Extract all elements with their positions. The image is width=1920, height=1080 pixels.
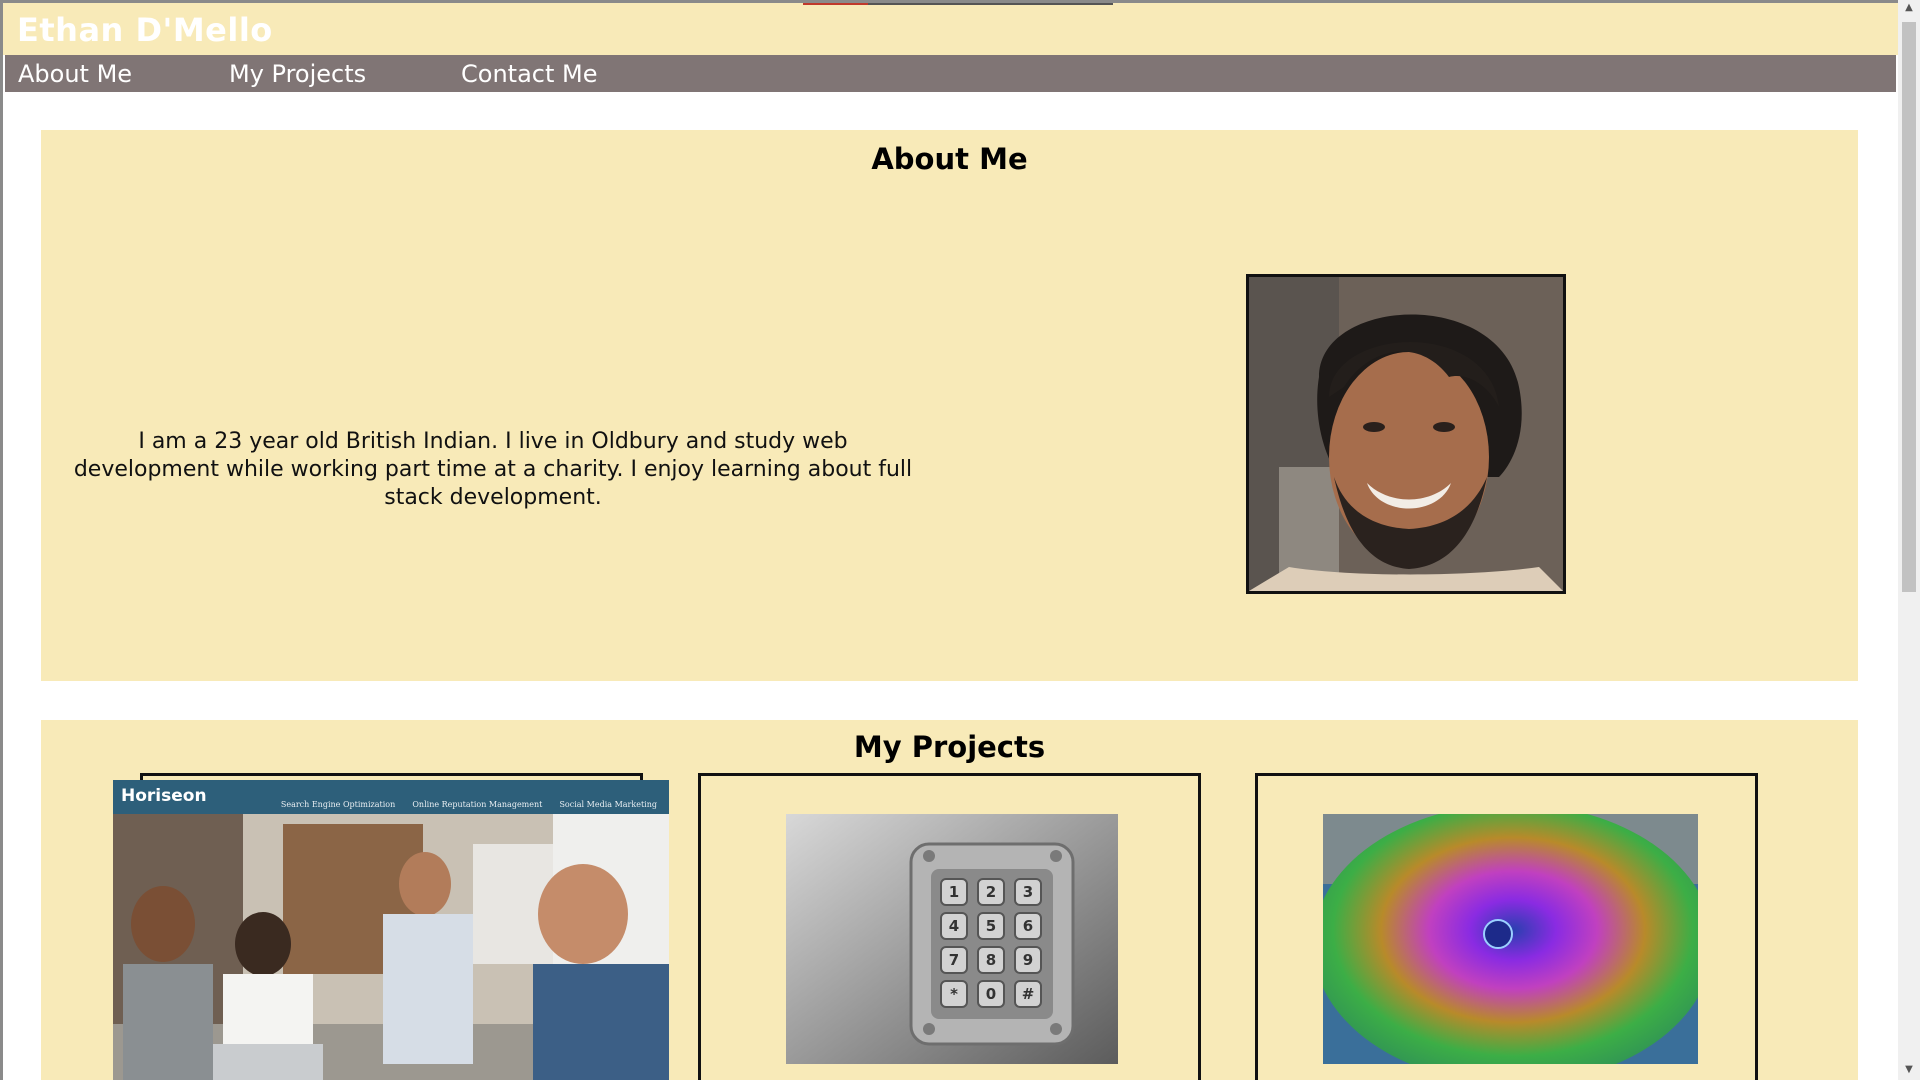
project-card-weather[interactable]	[1255, 773, 1758, 1080]
horiseon-header-bar: Horiseon Search Engine Optimization Onli…	[113, 780, 669, 814]
projects-heading: My Projects	[853, 730, 1046, 764]
keypad-key-label: 0	[986, 985, 996, 1003]
about-section: About Me I am a 23 year old British Indi…	[41, 130, 1858, 681]
keypad-image: 1 2 3 4 5 6 7 8 9 * 0 #	[786, 814, 1118, 1064]
keypad-key-label: #	[1022, 985, 1035, 1003]
nav-my-projects[interactable]: My Projects	[229, 60, 366, 88]
office-photo	[113, 814, 669, 1080]
horiseon-link-smm: Social Media Marketing	[559, 800, 657, 809]
keypad-key-label: 2	[986, 883, 996, 901]
horiseon-screenshot[interactable]: Horiseon Search Engine Optimization Onli…	[113, 780, 669, 1080]
keypad-key-label: 1	[949, 883, 959, 901]
top-marks	[803, 3, 1113, 5]
keypad-key-label: 7	[949, 951, 959, 969]
keypad-key-label: 4	[949, 917, 959, 935]
keypad-key-label: 9	[1023, 951, 1033, 969]
nav-bar: About Me My Projects Contact Me	[5, 55, 1896, 92]
keypad-key-label: *	[950, 985, 958, 1003]
keypad-key-label: 8	[986, 951, 996, 969]
about-heading: About Me	[871, 142, 1028, 176]
project-card-password[interactable]: 1 2 3 4 5 6 7 8 9 * 0 #	[698, 773, 1201, 1080]
horiseon-logo: Horiseon	[121, 786, 207, 806]
weather-radar-image	[1323, 814, 1698, 1064]
site-brand[interactable]: Ethan D'Mello	[17, 11, 273, 49]
horiseon-link-seo: Search Engine Optimization	[280, 800, 396, 809]
about-text: I am a 23 year old British Indian. I liv…	[73, 429, 913, 510]
scrollbar[interactable]: ▲ ▼	[1898, 0, 1920, 1080]
keypad-key-label: 3	[1023, 883, 1033, 901]
site-header: Ethan D'Mello	[3, 3, 1898, 55]
projects-section: My Projects Horiseon Search Engine Optim…	[41, 720, 1858, 1080]
page: Ethan D'Mello About Me My Projects Conta…	[0, 0, 1898, 1080]
nav-about-me[interactable]: About Me	[18, 60, 132, 88]
profile-photo	[1246, 274, 1566, 594]
nav-contact-me[interactable]: Contact Me	[461, 60, 597, 88]
keypad-key-label: 6	[1023, 917, 1033, 935]
keypad-key-label: 5	[986, 917, 996, 935]
horiseon-link-orm: Online Reputation Management	[412, 800, 543, 809]
scrollbar-thumb[interactable]	[1902, 22, 1916, 592]
scroll-up-arrow[interactable]: ▲	[1903, 2, 1915, 14]
scroll-down-arrow[interactable]: ▼	[1903, 1064, 1915, 1076]
